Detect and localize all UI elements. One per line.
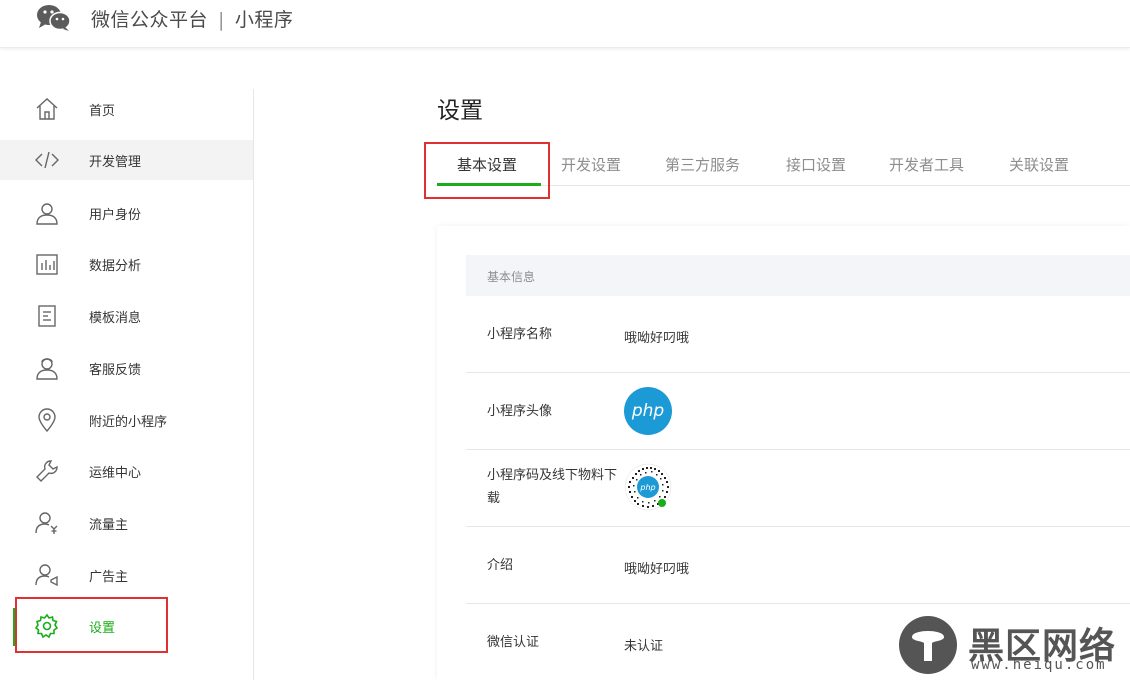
brand-separator: |	[218, 9, 225, 31]
sidebar-item-data-analysis[interactable]: 数据分析	[0, 244, 253, 284]
wechat-logo-icon	[37, 5, 71, 31]
sidebar-item-advertiser[interactable]: 广告主	[0, 555, 253, 595]
row-key: 小程序头像	[487, 404, 553, 419]
sidebar-item-label: 数据分析	[89, 259, 142, 274]
section-title: 基本信息	[487, 270, 536, 284]
row-value: 未认证	[624, 639, 664, 654]
sidebar-item-label: 运维中心	[89, 466, 142, 481]
tab-dev-settings[interactable]: 开发设置	[561, 154, 621, 175]
miniprogram-code-image[interactable]: php	[624, 463, 672, 511]
brand-title[interactable]: 微信公众平台 | 小程序	[91, 5, 293, 32]
sidebar-item-label: 附近的小程序	[89, 415, 168, 430]
document-icon	[34, 303, 60, 329]
watermark-url: www.heiqu.com	[971, 657, 1107, 673]
sidebar-item-customer-feedback[interactable]: 客服反馈	[0, 348, 253, 388]
gear-icon	[34, 613, 60, 639]
top-header: 微信公众平台 | 小程序	[0, 0, 1130, 48]
brand-name: 微信公众平台	[91, 9, 209, 31]
sidebar-item-label: 客服反馈	[89, 363, 142, 378]
sidebar-item-template-message[interactable]: 模板消息	[0, 296, 253, 336]
sidebar-divider	[253, 89, 254, 680]
sidebar-item-ops-center[interactable]: 运维中心	[0, 451, 253, 491]
wrench-icon	[34, 458, 60, 484]
svg-text:php: php	[639, 483, 655, 492]
user-icon	[34, 200, 60, 226]
row-key: 介绍	[487, 558, 514, 573]
tab-basic-settings[interactable]: 基本设置	[457, 154, 517, 175]
basic-info-card: 基本信息 小程序名称 哦呦好叼哦 小程序头像 php 小程序码及线下物料下载 p…	[437, 226, 1130, 680]
row-value: 哦呦好叼哦	[624, 562, 690, 577]
row-key: 小程序名称	[487, 327, 553, 342]
info-row-name: 小程序名称 哦呦好叼哦	[466, 296, 1130, 373]
info-row-intro: 介绍 哦呦好叼哦	[466, 527, 1130, 604]
home-icon	[34, 96, 60, 122]
sidebar-item-user-identity[interactable]: 用户身份	[0, 193, 253, 233]
info-row-qrcode: 小程序码及线下物料下载 php	[466, 450, 1130, 527]
sidebar-item-label: 广告主	[89, 570, 129, 585]
row-key: 小程序码及线下物料下载	[487, 468, 618, 506]
sidebar-item-label: 设置	[89, 621, 116, 636]
sidebar: 首页 开发管理 用户身份 数据分析 模板消息 客服反馈 附近的小程序 运维中心 …	[0, 89, 253, 680]
sidebar-item-settings[interactable]: 设置	[0, 606, 253, 646]
code-icon	[34, 147, 60, 173]
watermark: 黑区网络 www.heiqu.com	[896, 615, 1130, 680]
settings-tabs: 基本设置 开发设置 第三方服务 接口设置 开发者工具 关联设置	[437, 140, 1130, 186]
watermark-logo-icon	[899, 616, 957, 674]
sidebar-item-label: 模板消息	[89, 311, 142, 326]
product-name: 小程序	[234, 9, 294, 31]
page-title: 设置	[437, 98, 483, 124]
user-yen-icon	[34, 510, 60, 536]
sidebar-item-dev-management[interactable]: 开发管理	[0, 140, 253, 180]
avatar-text: php	[631, 401, 665, 421]
sidebar-item-traffic-owner[interactable]: 流量主	[0, 503, 253, 543]
tab-third-party-services[interactable]: 第三方服务	[665, 154, 740, 175]
sidebar-item-home[interactable]: 首页	[0, 89, 253, 129]
location-icon	[34, 407, 60, 433]
user-megaphone-icon	[34, 562, 60, 588]
row-key: 微信认证	[487, 635, 540, 650]
row-value: 哦呦好叼哦	[624, 331, 690, 346]
sidebar-item-label: 用户身份	[89, 208, 142, 223]
tab-developer-tools[interactable]: 开发者工具	[889, 154, 964, 175]
bar-chart-icon	[34, 251, 60, 277]
active-tab-underline	[437, 183, 541, 186]
info-row-avatar: 小程序头像 php	[466, 373, 1130, 450]
active-indicator	[13, 608, 16, 646]
sidebar-item-label: 首页	[89, 104, 116, 119]
sidebar-item-label: 流量主	[89, 518, 129, 533]
sidebar-item-label: 开发管理	[89, 155, 142, 170]
tab-association-settings[interactable]: 关联设置	[1009, 154, 1069, 175]
sidebar-item-nearby-miniprogram[interactable]: 附近的小程序	[0, 400, 253, 440]
tab-interface-settings[interactable]: 接口设置	[786, 154, 846, 175]
customer-service-icon	[34, 355, 60, 381]
miniprogram-avatar: php	[624, 387, 672, 435]
section-header: 基本信息	[466, 255, 1130, 296]
